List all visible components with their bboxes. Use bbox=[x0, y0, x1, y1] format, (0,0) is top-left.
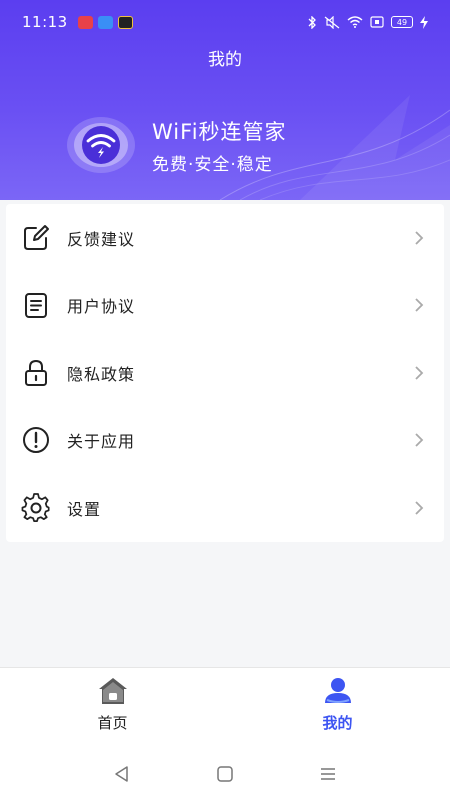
status-bar: 11:13 49 bbox=[0, 0, 450, 44]
menu-item-about[interactable]: 关于应用 bbox=[6, 407, 444, 475]
home-square-icon bbox=[217, 765, 233, 782]
tab-mine[interactable]: 我的 bbox=[225, 668, 450, 747]
back-triangle-icon bbox=[114, 765, 128, 782]
menu-item-label: 用户协议 bbox=[67, 297, 136, 317]
brand-name: WiFi秒连管家 bbox=[152, 120, 287, 144]
chevron-right-icon bbox=[415, 366, 424, 380]
tab-home[interactable]: 首页 bbox=[0, 668, 225, 747]
menu-lines-icon bbox=[321, 767, 336, 780]
menu-item-label: 反馈建议 bbox=[67, 229, 136, 249]
app-notification-icon bbox=[77, 15, 93, 29]
info-icon bbox=[23, 427, 49, 454]
status-indicators: 49 bbox=[307, 15, 428, 29]
wifi-status-icon bbox=[347, 16, 363, 28]
menu-list: 反馈建议 用户协议 隐私政策 关于应用 设置 bbox=[6, 204, 444, 542]
app-notification-icon bbox=[97, 15, 113, 29]
user-icon bbox=[324, 678, 351, 703]
bluetooth-icon bbox=[308, 15, 316, 29]
menu-item-privacy-policy[interactable]: 隐私政策 bbox=[6, 339, 444, 407]
wifi-logo-icon bbox=[67, 117, 135, 173]
mute-icon bbox=[324, 15, 340, 29]
screen-cast-icon bbox=[370, 16, 384, 28]
home-icon bbox=[98, 678, 127, 704]
bottom-tab-bar: 首页 我的 bbox=[0, 667, 450, 747]
tab-label: 首页 bbox=[97, 714, 128, 732]
tab-label: 我的 bbox=[322, 714, 353, 732]
brand-slogan: 免费·安全·稳定 bbox=[152, 155, 273, 175]
menu-item-settings[interactable]: 设置 bbox=[6, 474, 444, 542]
chevron-right-icon bbox=[415, 298, 424, 312]
menu-item-label: 隐私政策 bbox=[67, 364, 136, 384]
system-nav-bar bbox=[0, 747, 450, 800]
lock-icon bbox=[25, 359, 47, 386]
document-icon bbox=[25, 293, 47, 319]
status-app-icons bbox=[77, 15, 133, 29]
nav-back-button[interactable] bbox=[111, 763, 133, 785]
charging-icon bbox=[420, 15, 428, 29]
chevron-right-icon bbox=[415, 501, 424, 515]
chevron-right-icon bbox=[415, 433, 424, 447]
status-time: 11:13 bbox=[22, 13, 68, 31]
edit-icon bbox=[24, 224, 49, 250]
page-title: 我的 bbox=[208, 50, 242, 70]
battery-icon: 49 bbox=[391, 16, 413, 28]
menu-item-feedback[interactable]: 反馈建议 bbox=[6, 204, 444, 272]
nav-menu-button[interactable] bbox=[317, 763, 339, 785]
profile-header: 11:13 49 我的 WiFi秒连管家 免费·安全·稳定 bbox=[0, 0, 450, 200]
menu-item-user-agreement[interactable]: 用户协议 bbox=[6, 272, 444, 340]
menu-item-label: 关于应用 bbox=[67, 432, 136, 452]
gear-icon bbox=[21, 492, 50, 522]
chevron-right-icon bbox=[415, 231, 424, 245]
nav-home-button[interactable] bbox=[214, 763, 236, 785]
menu-item-label: 设置 bbox=[67, 499, 102, 519]
app-notification-icon bbox=[117, 15, 133, 29]
